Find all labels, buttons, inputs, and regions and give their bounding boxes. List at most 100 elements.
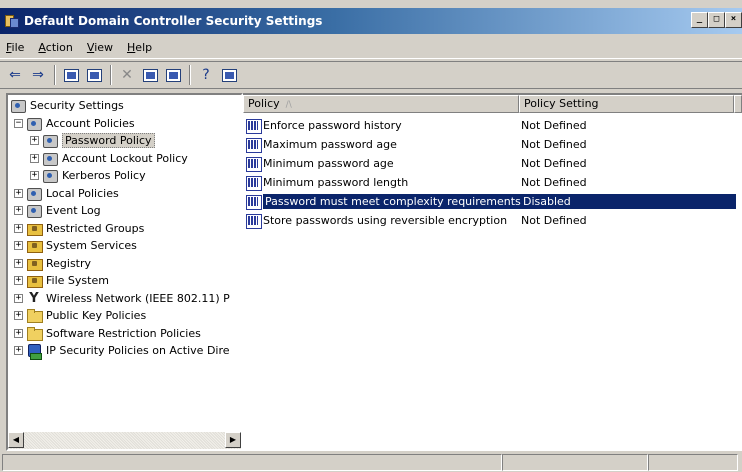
tree-item-account-lockout-policy[interactable]: + Account Lockout Policy <box>8 150 241 168</box>
maximize-button[interactable]: □ <box>708 12 725 28</box>
tree-item-label: Event Log <box>46 204 101 218</box>
antenna-icon: Y <box>29 290 39 306</box>
policy-icon <box>245 175 262 191</box>
expand-icon[interactable]: + <box>14 241 23 251</box>
tree-item-software-restriction-policies[interactable]: + Software Restriction Policies <box>8 325 241 343</box>
horizontal-scrollbar[interactable]: ◀ ▶ <box>8 432 241 449</box>
policy-name: Password must meet complexity requiremen… <box>263 194 521 209</box>
policy-name: Minimum password age <box>263 157 394 170</box>
delete-icon[interactable]: ✕ <box>116 64 138 86</box>
menu-view[interactable]: View <box>87 41 113 54</box>
tree-item-label: Software Restriction Policies <box>46 326 201 340</box>
security-settings-icon <box>10 98 26 114</box>
policy-name: Maximum password age <box>263 138 397 151</box>
tree-item-registry[interactable]: + Registry <box>8 255 241 273</box>
tree-item-kerberos-policy[interactable]: + Kerberos Policy <box>8 167 241 185</box>
status-panel-secondary <box>502 454 648 471</box>
minimize-button[interactable]: _ <box>691 12 708 28</box>
status-bar <box>0 453 742 472</box>
expand-icon[interactable]: + <box>14 223 23 233</box>
locked-folder-icon <box>26 238 43 254</box>
tree-item-label: Registry <box>46 256 92 270</box>
expand-icon[interactable]: + <box>30 153 39 163</box>
expand-icon[interactable]: + <box>14 206 23 216</box>
show-hide-tree-icon[interactable] <box>83 64 105 86</box>
password-policy-icon <box>42 133 58 149</box>
policy-icon <box>245 137 262 153</box>
details-pane[interactable]: Policy/\ Policy Setting Enforce password… <box>243 93 742 451</box>
tree-item-system-services[interactable]: + System Services <box>8 237 241 255</box>
locked-folder-icon <box>26 273 43 289</box>
window-title: Default Domain Controller Security Setti… <box>24 14 323 28</box>
scroll-right-button[interactable]: ▶ <box>225 432 241 448</box>
menu-help[interactable]: Help <box>127 41 152 54</box>
policy-list[interactable]: Enforce password history Not Defined Max… <box>243 116 742 230</box>
policy-setting: Not Defined <box>521 138 587 151</box>
policy-setting: Not Defined <box>521 176 587 189</box>
table-row[interactable]: Store passwords using reversible encrypt… <box>243 211 742 230</box>
tree-view[interactable]: Security Settings − Account Policies + P… <box>8 97 241 427</box>
back-arrow-icon[interactable]: ⇐ <box>4 64 26 86</box>
tree-item-account-policies[interactable]: − Account Policies <box>8 115 241 133</box>
policy-icon <box>245 213 262 229</box>
expand-icon[interactable]: + <box>14 276 23 286</box>
tree-item-public-key-policies[interactable]: + Public Key Policies <box>8 307 241 325</box>
column-header-policy-setting[interactable]: Policy Setting <box>519 95 734 113</box>
expand-icon[interactable]: + <box>14 311 23 321</box>
menu-file[interactable]: File <box>6 41 24 54</box>
tree-item-event-log[interactable]: + Event Log <box>8 202 241 220</box>
policy-setting: Not Defined <box>521 214 587 227</box>
tree-item-label: Wireless Network (IEEE 802.11) P <box>46 291 230 305</box>
expand-icon[interactable]: + <box>30 171 39 181</box>
expand-icon[interactable]: + <box>14 293 23 303</box>
menu-bar: File Action View Help <box>0 37 742 59</box>
folder-icon <box>26 326 43 341</box>
show-hide-console-icon[interactable] <box>218 64 240 86</box>
table-row[interactable]: Minimum password age Not Defined <box>243 154 742 173</box>
forward-arrow-icon[interactable]: ⇒ <box>27 64 49 86</box>
policy-icon <box>245 194 262 210</box>
expand-icon[interactable]: + <box>14 346 23 356</box>
toolbar-separator <box>54 65 56 85</box>
tree-item-label: Restricted Groups <box>46 221 145 235</box>
tree-item-label: System Services <box>46 239 137 253</box>
up-level-icon[interactable] <box>60 64 82 86</box>
app-icon[interactable] <box>4 13 20 29</box>
expand-icon[interactable]: + <box>14 328 23 338</box>
tree-pane[interactable]: Security Settings − Account Policies + P… <box>6 93 243 451</box>
close-button[interactable]: × <box>725 12 742 28</box>
table-row[interactable]: Maximum password age Not Defined <box>243 135 742 154</box>
policy-setting: Disabled <box>521 194 736 209</box>
properties-icon[interactable] <box>139 64 161 86</box>
tree-item-wireless-network[interactable]: + Y Wireless Network (IEEE 802.11) P <box>8 290 241 308</box>
expand-icon[interactable]: + <box>14 188 23 198</box>
tree-item-security-settings[interactable]: Security Settings <box>8 97 241 115</box>
expand-icon[interactable]: + <box>14 258 23 268</box>
column-header-filler <box>734 95 742 113</box>
tree-item-ip-security-policies[interactable]: + IP Security Policies on Active Dire <box>8 342 241 361</box>
tree-item-restricted-groups[interactable]: + Restricted Groups <box>8 220 241 238</box>
tree-item-label: Password Policy <box>62 133 155 149</box>
scroll-left-button[interactable]: ◀ <box>8 432 24 448</box>
table-row[interactable]: Enforce password history Not Defined <box>243 116 742 135</box>
expand-icon[interactable]: + <box>30 136 39 146</box>
menu-action[interactable]: Action <box>38 41 72 54</box>
export-list-icon[interactable] <box>162 64 184 86</box>
event-log-icon <box>26 203 42 219</box>
tree-item-label: Account Lockout Policy <box>62 151 188 165</box>
column-header-policy[interactable]: Policy/\ <box>243 95 519 113</box>
tree-item-file-system[interactable]: + File System <box>8 272 241 290</box>
account-lockout-policy-icon <box>42 151 58 166</box>
help-icon[interactable]: ? <box>195 64 217 86</box>
tree-item-label: Public Key Policies <box>46 309 147 323</box>
status-panel-main <box>2 454 502 471</box>
collapse-icon[interactable]: − <box>14 118 23 128</box>
title-bar[interactable]: Default Domain Controller Security Setti… <box>0 8 742 34</box>
ip-security-icon <box>26 343 42 361</box>
table-row-selected[interactable]: Password must meet complexity requiremen… <box>243 192 742 211</box>
toolbar-separator <box>189 65 191 85</box>
table-row[interactable]: Minimum password length Not Defined <box>243 173 742 192</box>
local-policies-icon <box>26 186 42 201</box>
tree-item-password-policy[interactable]: + Password Policy <box>8 132 241 150</box>
tree-item-local-policies[interactable]: + Local Policies <box>8 185 241 203</box>
